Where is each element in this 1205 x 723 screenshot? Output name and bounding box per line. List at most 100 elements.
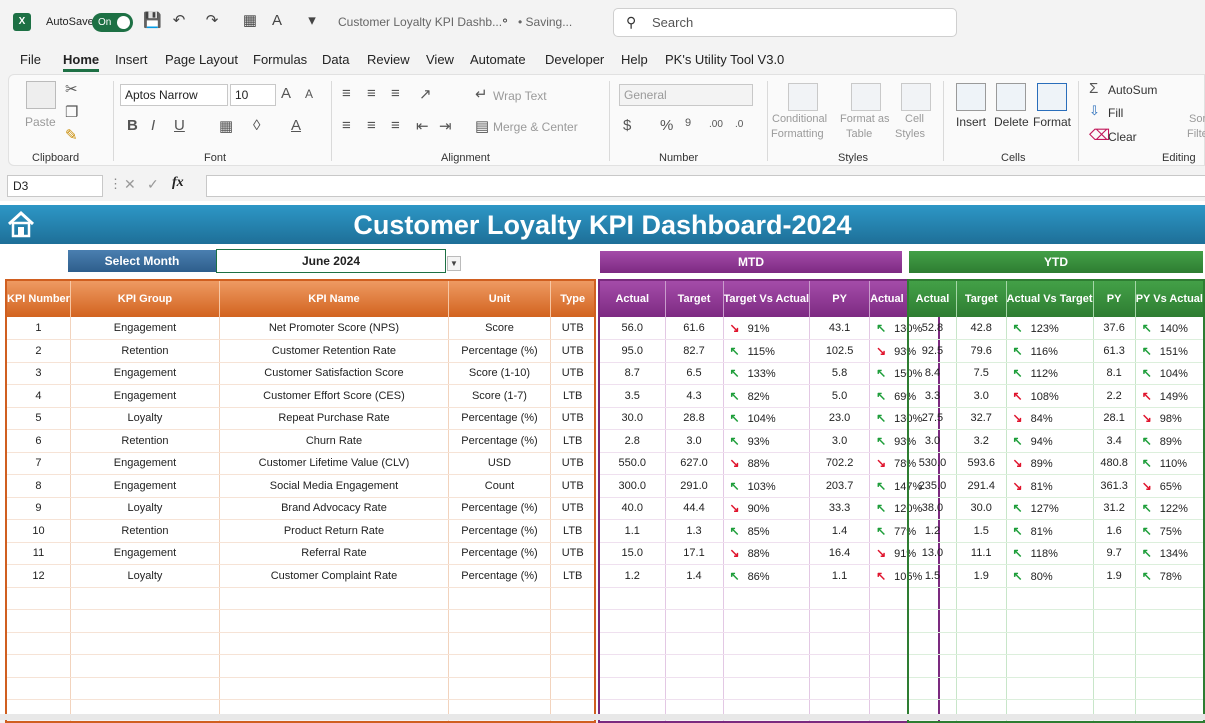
- empty-cell[interactable]: [6, 609, 71, 633]
- empty-cell[interactable]: [1006, 587, 1094, 610]
- tab-review[interactable]: Review: [367, 52, 410, 67]
- wrap-text-button[interactable]: Wrap Text: [493, 89, 547, 103]
- empty-cell[interactable]: [70, 609, 220, 633]
- cancel-icon[interactable]: ✕: [124, 176, 136, 193]
- underline-icon[interactable]: U: [174, 117, 185, 134]
- tab-file[interactable]: File: [20, 52, 41, 67]
- conditional-formatting-button[interactable]: Conditional: [772, 113, 827, 125]
- empty-cell[interactable]: [956, 632, 1007, 655]
- font-color-ribbon-icon[interactable]: A: [291, 117, 301, 134]
- font-name-select[interactable]: Aptos Narrow: [120, 84, 228, 106]
- empty-cell[interactable]: [219, 654, 449, 678]
- month-dropdown-icon[interactable]: ▼: [447, 256, 461, 271]
- align-right-icon[interactable]: ≡: [391, 117, 400, 134]
- autosum-button[interactable]: AutoSum: [1108, 83, 1157, 97]
- insert-cells-button[interactable]: Insert: [956, 115, 986, 129]
- empty-cell[interactable]: [219, 587, 449, 610]
- empty-cell[interactable]: [1135, 587, 1205, 610]
- empty-cell[interactable]: [6, 677, 71, 700]
- empty-cell[interactable]: [550, 677, 596, 700]
- autosave-toggle[interactable]: On: [92, 13, 133, 32]
- wrap-text-icon[interactable]: ↵: [475, 85, 488, 103]
- autosum-icon[interactable]: Σ: [1089, 80, 1098, 97]
- empty-cell[interactable]: [219, 609, 449, 633]
- align-center-icon[interactable]: ≡: [367, 117, 376, 134]
- empty-cell[interactable]: [599, 587, 666, 610]
- empty-cell[interactable]: [1135, 632, 1205, 655]
- empty-cell[interactable]: [723, 677, 811, 700]
- empty-cell[interactable]: [70, 677, 220, 700]
- empty-cell[interactable]: [908, 632, 957, 655]
- border-icon[interactable]: ▦: [219, 117, 233, 135]
- search-input[interactable]: ⚲ Search: [613, 8, 957, 37]
- font-color-icon[interactable]: A: [268, 12, 286, 30]
- undo-icon[interactable]: ↶: [170, 12, 188, 30]
- decrease-indent-icon[interactable]: ⇤: [416, 117, 429, 135]
- empty-cell[interactable]: [809, 654, 871, 678]
- empty-cell[interactable]: [809, 632, 871, 655]
- empty-cell[interactable]: [956, 677, 1007, 700]
- empty-cell[interactable]: [550, 587, 596, 610]
- tab-developer[interactable]: Developer: [545, 52, 604, 67]
- cell-styles-icon[interactable]: [901, 83, 931, 111]
- empty-cell[interactable]: [550, 654, 596, 678]
- fill-color-icon[interactable]: ◊: [253, 117, 260, 134]
- tab-page-layout[interactable]: Page Layout: [165, 52, 238, 67]
- empty-cell[interactable]: [665, 587, 724, 610]
- copy-icon[interactable]: ❐: [65, 103, 78, 121]
- empty-cell[interactable]: [665, 632, 724, 655]
- empty-cell[interactable]: [6, 587, 71, 610]
- italic-icon[interactable]: I: [151, 117, 155, 134]
- empty-cell[interactable]: [809, 677, 871, 700]
- sort-filter-button[interactable]: Sor: [1189, 113, 1205, 125]
- empty-cell[interactable]: [599, 677, 666, 700]
- comma-icon[interactable]: 9: [685, 117, 691, 129]
- align-middle-icon[interactable]: ≡: [367, 85, 376, 102]
- align-top-icon[interactable]: ≡: [342, 85, 351, 102]
- empty-cell[interactable]: [908, 677, 957, 700]
- empty-cell[interactable]: [908, 587, 957, 610]
- empty-cell[interactable]: [1093, 654, 1136, 678]
- number-format-select[interactable]: General: [619, 84, 753, 106]
- empty-cell[interactable]: [70, 587, 220, 610]
- empty-cell[interactable]: [809, 587, 871, 610]
- empty-cell[interactable]: [448, 632, 551, 655]
- empty-cell[interactable]: [956, 609, 1007, 633]
- empty-cell[interactable]: [1093, 609, 1136, 633]
- empty-cell[interactable]: [723, 609, 811, 633]
- fill-icon[interactable]: ⇩: [1089, 103, 1100, 119]
- currency-icon[interactable]: $: [623, 117, 631, 134]
- delete-cells-button[interactable]: Delete: [994, 115, 1029, 129]
- merge-center-icon[interactable]: ▤: [475, 117, 489, 135]
- empty-cell[interactable]: [956, 654, 1007, 678]
- empty-cell[interactable]: [550, 632, 596, 655]
- delete-cells-icon[interactable]: [996, 83, 1026, 111]
- conditional-formatting-icon[interactable]: [788, 83, 818, 111]
- redo-icon[interactable]: ↷: [203, 12, 221, 30]
- sheet-tabs[interactable]: [0, 714, 1205, 720]
- format-painter-icon[interactable]: ✎: [65, 126, 78, 144]
- empty-cell[interactable]: [1093, 632, 1136, 655]
- empty-cell[interactable]: [6, 632, 71, 655]
- increase-decimal-icon[interactable]: .00: [709, 119, 723, 130]
- month-select-cell[interactable]: June 2024: [216, 249, 446, 273]
- cell-styles-button[interactable]: Cell: [905, 113, 924, 125]
- customize-toolbar-icon[interactable]: ▾: [303, 12, 321, 30]
- empty-cell[interactable]: [723, 587, 811, 610]
- empty-cell[interactable]: [70, 654, 220, 678]
- empty-cell[interactable]: [1006, 632, 1094, 655]
- percent-icon[interactable]: %: [660, 117, 673, 134]
- increase-font-icon[interactable]: A: [281, 85, 291, 102]
- empty-cell[interactable]: [219, 677, 449, 700]
- empty-cell[interactable]: [809, 609, 871, 633]
- fill-button[interactable]: Fill: [1108, 106, 1123, 120]
- empty-cell[interactable]: [1006, 677, 1094, 700]
- formula-input[interactable]: [206, 175, 1205, 197]
- tab-help[interactable]: Help: [621, 52, 648, 67]
- insert-cells-icon[interactable]: [956, 83, 986, 111]
- empty-cell[interactable]: [665, 609, 724, 633]
- decrease-decimal-icon[interactable]: .0: [735, 119, 743, 130]
- cut-icon[interactable]: ✂: [65, 80, 78, 98]
- format-as-table-button[interactable]: Format as: [840, 113, 890, 125]
- empty-cell[interactable]: [1006, 609, 1094, 633]
